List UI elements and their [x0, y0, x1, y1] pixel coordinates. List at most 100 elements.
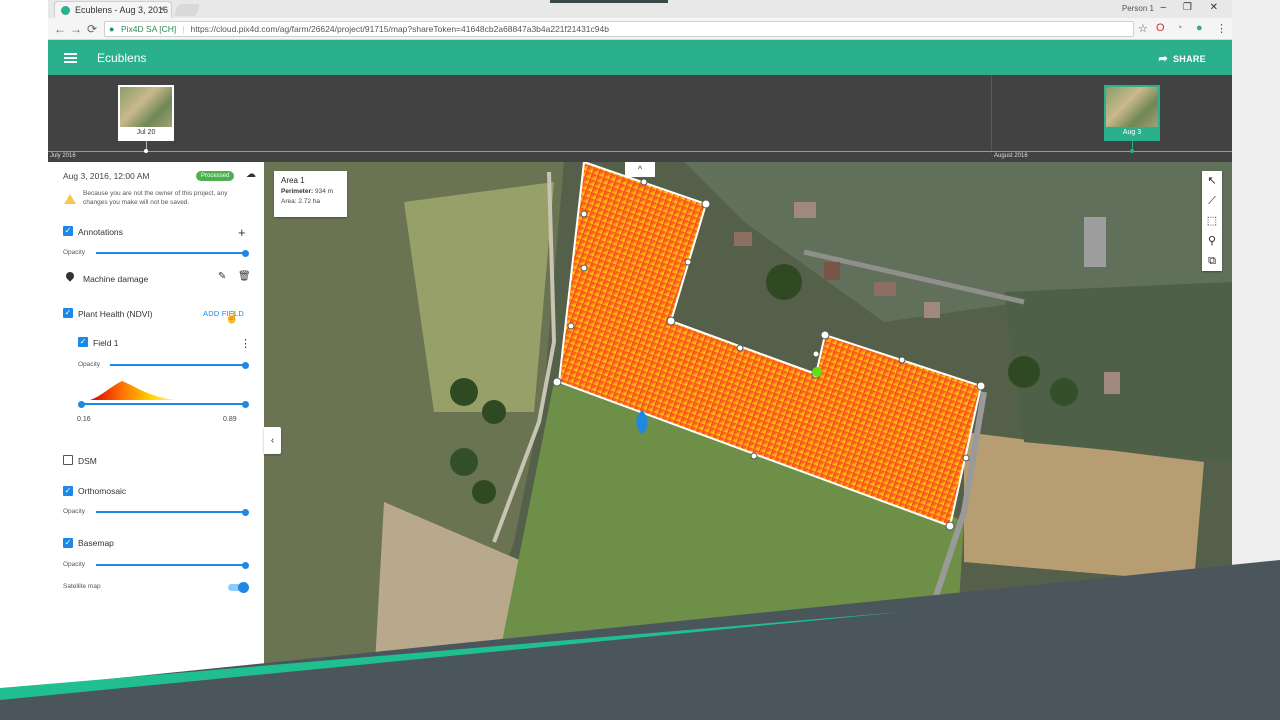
- timeline-month-label: August 2016: [994, 153, 1028, 159]
- ndvi-histogram: [90, 381, 178, 400]
- pix4d-favicon-icon: [61, 6, 70, 15]
- slider-knob[interactable]: [242, 361, 249, 369]
- range-min-knob[interactable]: [78, 400, 85, 408]
- area-label: Area:: [281, 198, 297, 205]
- browser-tab-title: Ecublens - Aug 3, 2016: [75, 5, 169, 15]
- range-min-value: 0.16: [77, 416, 91, 423]
- aerial-map[interactable]: [264, 162, 1232, 682]
- thumbnail-date: Aug 3: [1122, 129, 1142, 136]
- extension-icon[interactable]: ◔: [1176, 22, 1183, 34]
- annotations-checkbox[interactable]: ✓: [63, 226, 73, 236]
- basemap-checkbox[interactable]: ✓: [63, 538, 73, 548]
- window-minimize-button[interactable]: –: [1160, 2, 1166, 13]
- ndvi-range-slider[interactable]: [81, 403, 246, 405]
- bookmark-star-icon[interactable]: ☆: [1138, 22, 1148, 35]
- perimeter-label: Perimeter:: [281, 188, 314, 195]
- thumbnail-image: [120, 87, 172, 127]
- dsm-checkbox[interactable]: [63, 455, 73, 465]
- perimeter-value: 934 m: [314, 188, 334, 195]
- warning-icon: [64, 194, 76, 204]
- back-arrow-icon[interactable]: ←: [54, 22, 66, 36]
- app-header: Ecublens ➦ SHARE: [48, 40, 1232, 75]
- secure-origin-label: Pix4D SA [CH]: [121, 24, 177, 34]
- project-title: Ecublens: [97, 51, 147, 65]
- satellite-toggle-knob[interactable]: [238, 582, 249, 593]
- timeline-month-label: July 2016: [50, 153, 76, 159]
- new-tab-button[interactable]: [173, 4, 201, 16]
- owner-warning-text: Because you are not the owner of this pr…: [83, 190, 228, 206]
- timeline: July 2016 August 2016 Jul 20 Aug 3: [48, 75, 1232, 162]
- orthomosaic-checkbox[interactable]: ✓: [63, 486, 73, 496]
- tab-close-icon[interactable]: ×: [159, 4, 165, 15]
- timeline-marker[interactable]: [144, 149, 148, 153]
- field-1-checkbox[interactable]: ✓: [78, 337, 88, 347]
- trash-icon[interactable]: 🗑: [238, 271, 251, 282]
- grammarly-extension-icon[interactable]: ●: [1196, 22, 1203, 34]
- layers-sidebar: Aug 3, 2016, 12:00 AM Processed ☁ Becaus…: [48, 162, 264, 682]
- forward-arrow-icon[interactable]: →: [70, 22, 82, 36]
- annotation-item-label[interactable]: Machine damage: [83, 274, 148, 284]
- timeline-thumbnail[interactable]: Jul 20: [118, 85, 174, 141]
- field-menu-icon[interactable]: ⋮: [240, 337, 251, 350]
- slider-knob[interactable]: [242, 561, 249, 569]
- timeline-thumbnail-selected[interactable]: Aug 3: [1104, 85, 1160, 141]
- satellite-map-label: Satellite map: [63, 583, 101, 590]
- dataset-date: Aug 3, 2016, 12:00 AM: [63, 171, 150, 181]
- url-text: https://cloud.pix4d.com/ag/farm/26624/pr…: [190, 24, 609, 34]
- area-value: 2.72 ha: [298, 198, 321, 205]
- add-annotation-icon[interactable]: +: [238, 225, 246, 240]
- browser-address-bar: ← → ⟳ ● Pix4D SA [CH] | https://cloud.pix4…: [48, 18, 1232, 40]
- browser-user-label[interactable]: Person 1: [1122, 4, 1154, 13]
- collapse-timeline-button[interactable]: ^: [625, 162, 655, 177]
- slide-top-mark: [550, 0, 668, 3]
- fit-to-view-icon[interactable]: ⧉: [1202, 251, 1222, 271]
- plant-health-checkbox[interactable]: ✓: [63, 308, 73, 318]
- cloud-download-icon[interactable]: ☁: [246, 169, 256, 180]
- annotations-label: Annotations: [78, 227, 123, 237]
- opacity-label: Opacity: [63, 561, 86, 568]
- map-pin-icon: [64, 270, 76, 282]
- reload-icon[interactable]: ⟳: [87, 22, 97, 36]
- share-label: SHARE: [1172, 54, 1206, 64]
- opacity-label: Opacity: [78, 361, 101, 368]
- url-input[interactable]: ● Pix4D SA [CH] | https://cloud.pix4d.com/…: [104, 21, 1134, 37]
- place-marker-icon[interactable]: ⚲: [1202, 231, 1222, 251]
- timeline-axis: [48, 151, 1232, 152]
- edit-pencil-icon[interactable]: ✎: [218, 271, 226, 282]
- area-row: Area: 2.72 ha: [281, 197, 340, 207]
- thumbnail-date: Jul 20: [136, 129, 156, 136]
- url-separator: |: [182, 24, 185, 34]
- plant-health-label: Plant Health (NDVI): [78, 309, 153, 319]
- browser-menu-icon[interactable]: ⋮: [1216, 22, 1227, 35]
- browser-tab[interactable]: Ecublens - Aug 3, 2016 ×: [54, 1, 172, 18]
- select-pointer-icon[interactable]: ↖: [1202, 171, 1222, 191]
- basemap-opacity-slider[interactable]: [96, 564, 246, 566]
- window-maximize-button[interactable]: ❐: [1183, 2, 1192, 13]
- hand-cursor-icon: ☝: [225, 312, 239, 324]
- dsm-label: DSM: [78, 456, 97, 466]
- slide-background-strip: [1232, 0, 1280, 720]
- slider-knob[interactable]: [242, 249, 249, 257]
- status-badge: Processed: [196, 171, 235, 181]
- collapse-sidebar-button[interactable]: ‹: [264, 427, 281, 454]
- orthomosaic-opacity-slider[interactable]: [96, 511, 246, 513]
- field-opacity-slider[interactable]: [110, 364, 246, 366]
- measure-line-icon[interactable]: ⟋: [1202, 191, 1222, 211]
- opacity-label: Opacity: [63, 249, 86, 256]
- timeline-marker[interactable]: [1130, 149, 1134, 153]
- hamburger-menu-icon[interactable]: [64, 53, 77, 63]
- map-view[interactable]: [264, 162, 1232, 682]
- draw-polygon-icon[interactable]: ⬚: [1202, 211, 1222, 231]
- opera-extension-icon[interactable]: O: [1156, 22, 1165, 34]
- lock-icon: ●: [109, 24, 115, 34]
- range-max-value: 0.89: [223, 416, 237, 423]
- annotations-opacity-slider[interactable]: [96, 252, 246, 254]
- thumbnail-image: [1106, 87, 1158, 127]
- basemap-label: Basemap: [78, 538, 114, 548]
- perimeter-row: Perimeter: 934 m: [281, 187, 340, 197]
- area-title: Area 1: [281, 176, 305, 185]
- window-close-button[interactable]: ✕: [1210, 2, 1218, 13]
- range-max-knob[interactable]: [242, 400, 249, 408]
- slider-knob[interactable]: [242, 508, 249, 516]
- share-button[interactable]: ➦ SHARE: [1158, 52, 1206, 65]
